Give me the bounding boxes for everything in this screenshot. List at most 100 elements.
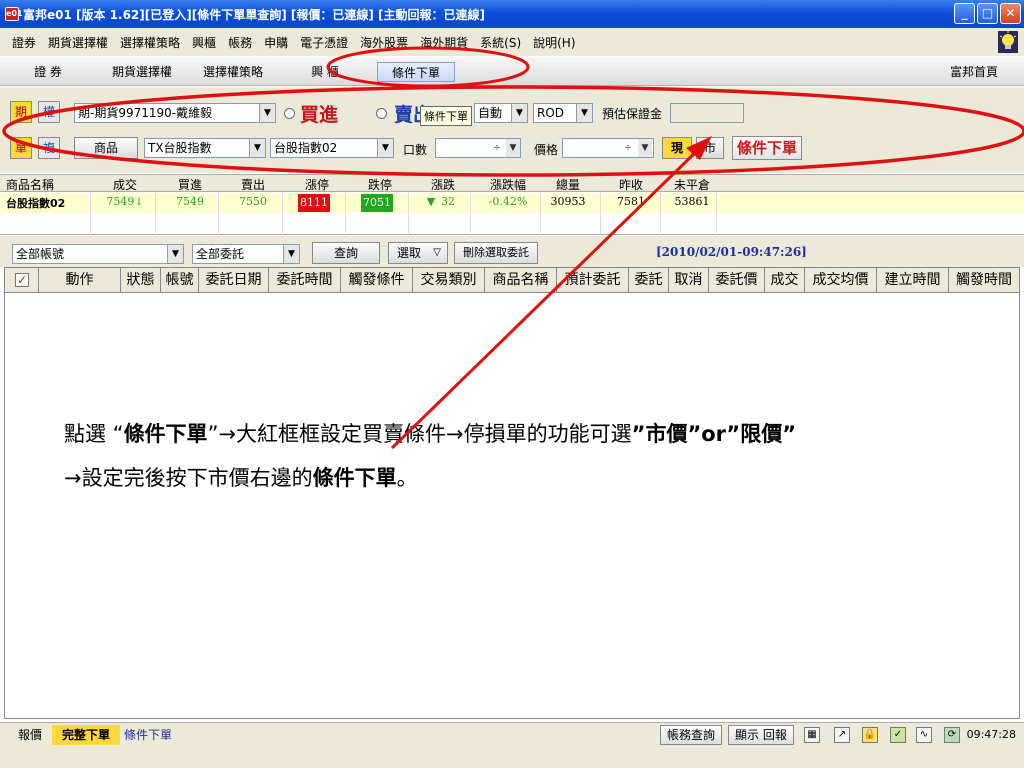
- grid-line: [282, 193, 283, 235]
- select-button[interactable]: 選取 ▽: [388, 242, 448, 264]
- product-button[interactable]: 商品: [74, 137, 138, 159]
- status-tab-quote[interactable]: 報價: [10, 725, 50, 745]
- quote-empty-row: [0, 213, 1024, 235]
- chevron-down-icon[interactable]: ▼: [506, 139, 520, 157]
- chevron-down-icon[interactable]: ▼: [576, 104, 592, 122]
- menu-e-certificate[interactable]: 電子憑證: [294, 34, 354, 51]
- order-filter-value: 全部委託: [196, 247, 245, 261]
- buy-radio[interactable]: [284, 108, 295, 119]
- chevron-down-icon: ▽: [433, 247, 441, 258]
- current-price-button[interactable]: 現: [662, 137, 692, 159]
- chevron-down-icon[interactable]: ▼: [638, 139, 652, 157]
- status-tab-conditional[interactable]: 條件下單: [124, 725, 180, 745]
- single-order-button[interactable]: 單: [10, 137, 32, 159]
- col-trigger-condition: 觸發條件: [341, 268, 413, 292]
- calendar-icon[interactable]: ▦: [804, 727, 820, 743]
- popout-icon[interactable]: ↗: [834, 727, 850, 743]
- chevron-down-icon[interactable]: ▼: [167, 245, 183, 263]
- lightbulb-icon[interactable]: [998, 31, 1018, 53]
- tab-conditional-order[interactable]: 條件下單: [377, 62, 455, 82]
- close-button[interactable]: ✕: [1000, 3, 1021, 24]
- col-order-price: 委託價: [709, 268, 765, 292]
- order-filter-bar: 全部帳號 ▼ 全部委託 ▼ 查詢 選取 ▽ 刪除選取委託: [0, 236, 1024, 267]
- col-ask: 賣出: [240, 178, 265, 192]
- chevron-down-icon[interactable]: ▼: [511, 104, 527, 122]
- chevron-down-icon[interactable]: ▼: [249, 139, 265, 157]
- instruction-text: →設定完後按下市價右邊的: [64, 466, 313, 490]
- auto-select-value: 自動: [478, 106, 503, 120]
- auto-select[interactable]: 自動 ▼: [474, 103, 528, 123]
- query-button[interactable]: 查詢: [312, 242, 380, 264]
- col-trade-type: 交易類別: [413, 268, 485, 292]
- combo-order-button[interactable]: 複: [38, 137, 60, 159]
- account-filter-select[interactable]: 全部帳號 ▼: [12, 244, 184, 264]
- futures-mode-button[interactable]: 期: [10, 101, 32, 123]
- grid-line: [540, 193, 541, 235]
- grid-line: [408, 193, 409, 235]
- menu-emerging[interactable]: 興櫃: [186, 34, 222, 51]
- options-mode-button[interactable]: 權: [38, 101, 60, 123]
- menu-system[interactable]: 系統(S): [474, 34, 527, 51]
- account-query-button[interactable]: 帳務查詢: [660, 725, 723, 745]
- refresh-icon[interactable]: ⟳: [944, 727, 960, 743]
- select-button-label: 選取: [397, 246, 422, 260]
- sell-radio[interactable]: [376, 108, 387, 119]
- grid-line: [716, 193, 717, 235]
- menu-futures-options[interactable]: 期貨選擇權: [42, 34, 114, 51]
- rod-select[interactable]: ROD ▼: [533, 103, 593, 123]
- status-tab-full-order[interactable]: 完整下單: [52, 725, 120, 745]
- menu-overseas-stocks[interactable]: 海外股票: [354, 34, 414, 51]
- menu-subscription[interactable]: 申購: [258, 34, 294, 51]
- spin-arrows-icon[interactable]: ÷: [490, 139, 504, 157]
- product-select[interactable]: TX台股指數 ▼: [144, 138, 266, 158]
- chart-icon[interactable]: ∿: [916, 727, 932, 743]
- check-icon[interactable]: ✓: [890, 727, 906, 743]
- delete-selected-button[interactable]: 刪除選取委託: [454, 242, 538, 264]
- show-report-button[interactable]: 顯示 回報: [728, 725, 794, 745]
- grid-line: [218, 193, 219, 235]
- quote-limit-up: 8111: [298, 194, 330, 212]
- tab-futures-options[interactable]: 期貨選擇權: [102, 62, 182, 82]
- col-product-name: 商品名稱: [6, 178, 55, 192]
- market-price-button[interactable]: 市: [696, 137, 724, 159]
- chevron-down-icon[interactable]: ▼: [283, 245, 299, 263]
- col-prev-close: 昨收: [618, 178, 643, 192]
- menu-overseas-futures[interactable]: 海外期貨: [414, 34, 474, 51]
- col-cancel: 取消: [669, 268, 709, 292]
- col-select[interactable]: ✓: [5, 268, 39, 292]
- chevron-down-icon[interactable]: ▼: [377, 139, 393, 157]
- order-filter-select[interactable]: 全部委託 ▼: [192, 244, 300, 264]
- grid-line: [90, 193, 91, 235]
- col-limit-down: 跌停: [367, 178, 392, 192]
- spin-arrows-icon[interactable]: ÷: [621, 139, 635, 157]
- quote-change: 32: [441, 195, 455, 208]
- quote-row[interactable]: 台股指數02 7549↓ 7549 7550 8111 7051 ▼ 32 -0…: [0, 193, 1024, 213]
- quote-bid: 7549: [176, 195, 204, 208]
- quantity-label: 口數: [403, 143, 428, 157]
- lock-icon[interactable]: 🔒: [862, 727, 878, 743]
- quote-last: 7549↓: [106, 195, 144, 208]
- menu-securities[interactable]: 證券: [0, 34, 42, 51]
- price-stepper[interactable]: ÷ ▼: [562, 138, 654, 158]
- maximize-button[interactable]: □: [977, 3, 998, 24]
- instruction-emphasis: 條件下單: [123, 422, 208, 446]
- home-link[interactable]: 富邦首頁: [944, 62, 1004, 82]
- menu-help[interactable]: 說明(H): [527, 34, 581, 51]
- tab-securities[interactable]: 證 券: [18, 62, 78, 82]
- account-select[interactable]: 期-期貨9971190-戴維毅 ▼: [74, 103, 276, 123]
- col-last: 成交: [112, 178, 137, 192]
- checkbox-icon[interactable]: ✓: [15, 273, 29, 287]
- minimize-button[interactable]: _: [954, 3, 975, 24]
- instruction-text: 。: [396, 466, 418, 490]
- tab-emerging[interactable]: 興 櫃: [295, 62, 355, 82]
- contract-select[interactable]: 台股指數02 ▼: [270, 138, 394, 158]
- col-trigger-time: 觸發時間: [956, 272, 1012, 288]
- chevron-down-icon[interactable]: ▼: [259, 104, 275, 122]
- quantity-stepper[interactable]: ÷ ▼: [435, 138, 521, 158]
- instruction-text: 點選 “: [64, 422, 124, 446]
- tab-option-strategy[interactable]: 選擇權策略: [193, 62, 273, 82]
- menu-option-strategy[interactable]: 選擇權策略: [114, 34, 186, 51]
- conditional-order-submit-button[interactable]: 條件下單: [732, 136, 802, 160]
- menu-accounts[interactable]: 帳務: [222, 34, 258, 51]
- grid-line: [345, 193, 346, 235]
